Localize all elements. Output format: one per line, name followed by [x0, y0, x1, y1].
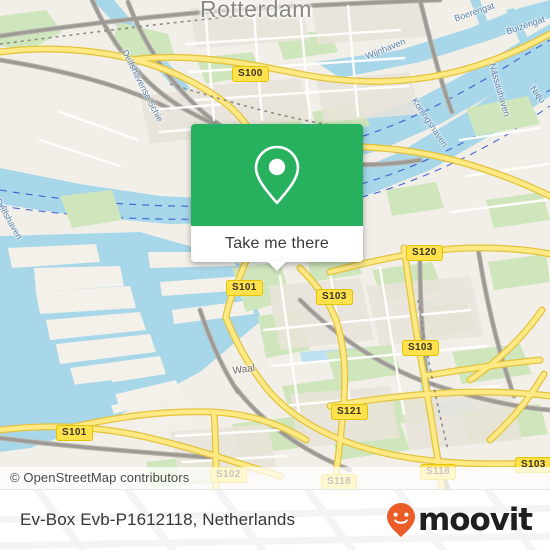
moovit-wordmark: moovit [418, 501, 533, 538]
road-shield-s101-2: S101 [226, 280, 263, 296]
moovit-pin-logo-icon [387, 503, 416, 537]
footer-bar: Ev-Box Evb-P1612118, Netherlands moovit [0, 489, 550, 550]
take-me-there-label: Take me there [225, 235, 329, 252]
road-shield-s103-4: S103 [402, 340, 439, 356]
callout-pointer-tail [267, 261, 287, 271]
road-shield-s120-1: S120 [406, 245, 443, 261]
road-shield-s101-6: S101 [56, 425, 93, 441]
road-shield-s121-5: S121 [331, 404, 368, 420]
take-me-there-callout[interactable]: Take me there [191, 124, 363, 271]
screenshot-root: Rotterdam Delfshavense Schie Delfshaven Wi… [0, 0, 550, 550]
road-shield-s103-3: S103 [316, 289, 353, 305]
location-title: Ev-Box Evb-P1612118, Netherlands [20, 510, 296, 529]
moovit-brand[interactable]: moovit [386, 501, 533, 538]
map-canvas[interactable]: Rotterdam Delfshavense Schie Delfshaven Wi… [0, 0, 550, 489]
callout-action-area[interactable]: Take me there [191, 226, 363, 262]
callout-icon-area [191, 124, 363, 226]
map-pin-icon [254, 145, 300, 205]
road-shield-s100-0: S100 [232, 66, 269, 82]
osm-attribution[interactable]: © OpenStreetMap contributors [0, 467, 550, 489]
